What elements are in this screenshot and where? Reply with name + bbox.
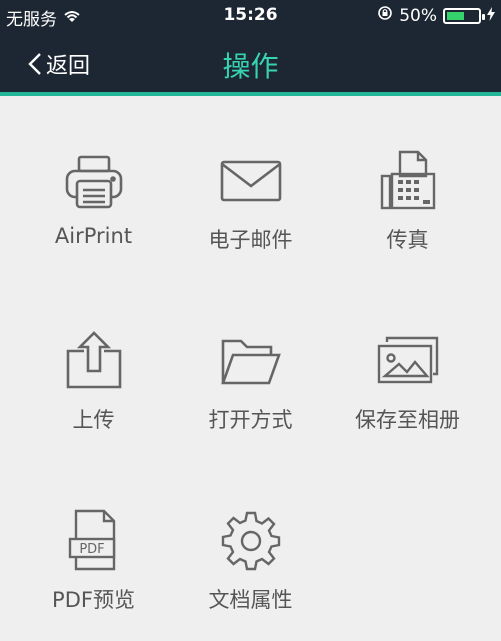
- action-label: AirPrint: [54, 224, 133, 248]
- folder-icon: [216, 326, 286, 396]
- action-fax[interactable]: 传真: [324, 96, 491, 252]
- pdf-preview-icon: PDF: [59, 506, 129, 576]
- action-document-properties[interactable]: 文档属性: [167, 456, 334, 612]
- navigation-bar: 返回 操作: [0, 32, 501, 96]
- gear-icon: [216, 506, 286, 576]
- fax-icon: [373, 146, 443, 216]
- action-label: 电子邮件: [208, 228, 293, 252]
- status-bar: 无服务 15:26 50%: [0, 0, 501, 32]
- action-save-to-album[interactable]: 保存至相册: [324, 276, 491, 432]
- action-label: 打开方式: [208, 408, 293, 432]
- battery-icon: [443, 7, 485, 24]
- rotation-lock-icon: [377, 5, 393, 26]
- action-label: 保存至相册: [355, 408, 460, 432]
- action-open-with[interactable]: 打开方式: [167, 276, 334, 432]
- action-pdf-preview[interactable]: PDF PDF预览: [10, 456, 177, 612]
- printer-icon: [59, 146, 129, 216]
- action-label: 传真: [386, 228, 429, 252]
- action-airprint[interactable]: AirPrint: [10, 96, 177, 248]
- status-right: 50%: [377, 5, 495, 26]
- photo-album-icon: [373, 326, 443, 396]
- page-title: 操作: [222, 50, 279, 83]
- pdf-badge-text: PDF: [79, 542, 104, 557]
- battery-percent: 50%: [399, 5, 437, 26]
- action-label: PDF预览: [52, 588, 135, 612]
- mail-icon: [216, 146, 286, 216]
- upload-icon: [59, 326, 129, 396]
- charging-icon: [487, 6, 495, 26]
- action-label: 文档属性: [208, 588, 293, 612]
- action-email[interactable]: 电子邮件: [167, 96, 334, 252]
- action-label: 上传: [72, 408, 115, 432]
- action-upload[interactable]: 上传: [10, 276, 177, 432]
